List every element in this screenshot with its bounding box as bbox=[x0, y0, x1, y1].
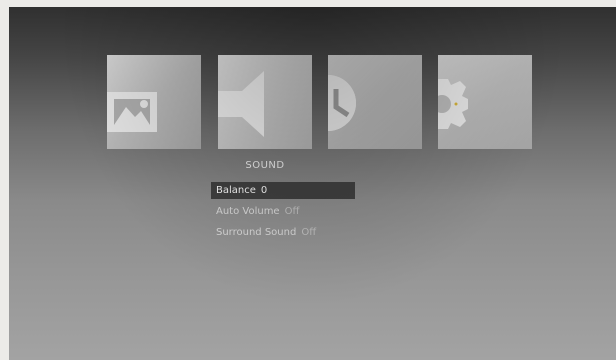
sound-menu: Balance 0 Auto Volume Off Surround Sound Of… bbox=[211, 182, 355, 245]
menu-item-auto-volume[interactable]: Auto Volume Off bbox=[211, 203, 355, 220]
menu-item-value: 0 bbox=[260, 185, 268, 196]
menu-item-balance[interactable]: Balance 0 bbox=[211, 182, 355, 199]
tile-sound[interactable] bbox=[218, 55, 312, 149]
clock-icon bbox=[328, 75, 356, 131]
tile-picture[interactable] bbox=[107, 55, 201, 149]
tv-screen: SOUND Balance 0 Auto Volume Off Surround S… bbox=[9, 7, 616, 360]
tile-setup[interactable] bbox=[438, 55, 532, 149]
menu-item-surround-sound[interactable]: Surround Sound Off bbox=[211, 224, 355, 241]
speaker-icon bbox=[218, 71, 264, 137]
menu-item-value: Off bbox=[301, 227, 317, 238]
menu-item-value: Off bbox=[284, 206, 300, 217]
section-title: SOUND bbox=[245, 160, 285, 171]
tile-time[interactable] bbox=[328, 55, 422, 149]
menu-item-label: Balance bbox=[216, 185, 256, 196]
picture-icon bbox=[107, 92, 157, 132]
gear-icon bbox=[438, 79, 468, 129]
menu-item-label: Surround Sound bbox=[216, 227, 297, 238]
menu-item-label: Auto Volume bbox=[216, 206, 280, 217]
